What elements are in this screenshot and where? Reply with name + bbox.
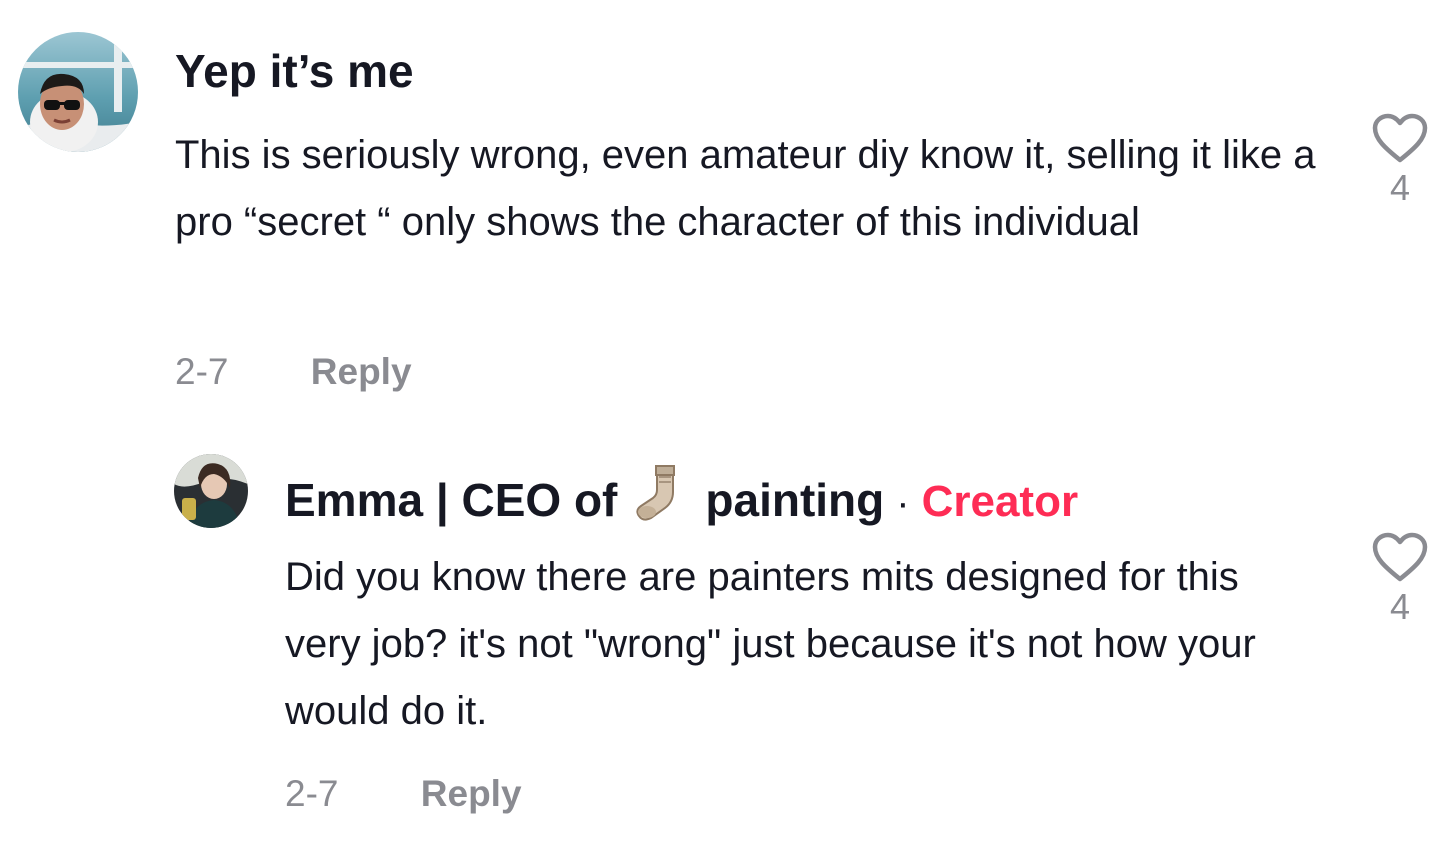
- heart-icon: [1372, 113, 1428, 163]
- avatar-photo: [18, 32, 138, 152]
- comment-username[interactable]: Emma | CEO of painting · Creator: [285, 462, 1078, 536]
- reply-button[interactable]: Reply: [311, 350, 412, 394]
- avatar-photo: [174, 454, 248, 528]
- comment-meta: 2-7 Reply: [175, 350, 412, 394]
- comment-username[interactable]: Yep it’s me: [175, 43, 414, 99]
- comment-text: Did you know there are painters mits des…: [285, 555, 1256, 733]
- comment-date: 2-7: [285, 773, 339, 814]
- reply-button[interactable]: Reply: [421, 772, 522, 816]
- creator-badge: Creator: [921, 477, 1079, 526]
- username-text: painting: [705, 474, 885, 526]
- like-count: 4: [1389, 167, 1411, 208]
- comment-date: 2-7: [175, 351, 229, 392]
- separator-dot: ·: [896, 481, 910, 525]
- socks-emoji-icon: [629, 462, 691, 536]
- avatar[interactable]: [18, 32, 138, 152]
- like-button[interactable]: 4: [1365, 531, 1435, 627]
- like-count: 4: [1389, 586, 1411, 627]
- comment-meta: 2-7 Reply: [285, 772, 522, 816]
- like-button[interactable]: 4: [1365, 112, 1435, 208]
- username-text: Emma | CEO of: [285, 474, 618, 526]
- heart-icon: [1372, 532, 1428, 582]
- avatar[interactable]: [174, 454, 248, 528]
- comment-text: This is seriously wrong, even amateur di…: [175, 133, 1316, 244]
